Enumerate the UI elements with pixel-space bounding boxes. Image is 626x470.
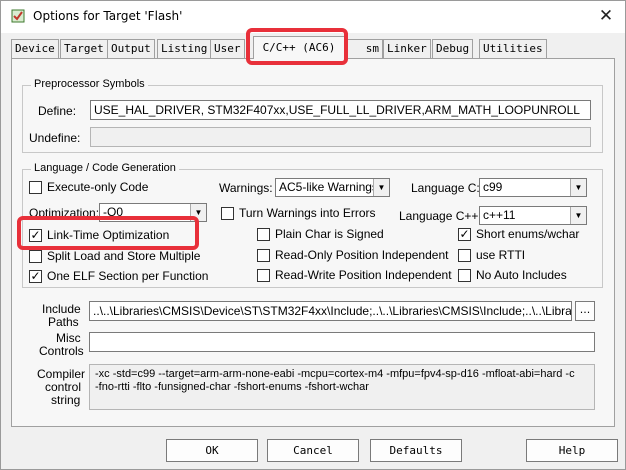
tab-user[interactable]: User xyxy=(210,39,245,58)
app-icon xyxy=(11,9,25,23)
use-rtti-label: use RTTI xyxy=(476,248,526,262)
help-button[interactable]: Help xyxy=(526,439,618,462)
tab-output[interactable]: Output xyxy=(107,39,155,58)
preprocessor-title: Preprocessor Symbols xyxy=(31,78,148,90)
one-elf-label: One ELF Section per Function xyxy=(47,269,209,283)
chevron-down-icon[interactable]: ▼ xyxy=(570,207,586,224)
include-label-line2: Paths xyxy=(48,315,79,329)
compiler-control-string: -xc -std=c99 --target=arm-arm-none-eabi … xyxy=(89,364,595,410)
language-cpp-select[interactable]: c++11 ▼ xyxy=(479,206,587,225)
cancel-button[interactable]: Cancel xyxy=(267,439,359,462)
tab-debug[interactable]: Debug xyxy=(432,39,474,58)
optimization-label: Optimization: xyxy=(29,206,100,220)
defaults-button[interactable]: Defaults xyxy=(370,439,462,462)
tab-cpp-ac6[interactable]: C/C++ (AC6) xyxy=(253,36,345,59)
link-time-label: Link-Time Optimization xyxy=(47,228,170,242)
tab-target[interactable]: Target xyxy=(60,39,108,58)
misc-label-line1: Misc xyxy=(56,331,81,345)
warnings-select[interactable]: AC5-like Warnings ▼ xyxy=(275,178,390,197)
split-load-label: Split Load and Store Multiple xyxy=(47,249,201,263)
checkbox-box[interactable] xyxy=(257,228,270,241)
checkbox-box-checked[interactable]: ✓ xyxy=(29,270,42,283)
window-title: Options for Target 'Flash' xyxy=(33,9,183,23)
warnings-label: Warnings: xyxy=(219,181,273,195)
browse-include-button[interactable]: ... xyxy=(575,301,595,321)
rwpi-label: Read-Write Position Independent xyxy=(275,268,452,282)
warnings-value: AC5-like Warnings xyxy=(279,180,378,194)
compiler-line-2: -fno-rtti -flto -funsigned-char -fshort-… xyxy=(95,381,369,393)
language-c-select[interactable]: c99 ▼ xyxy=(479,178,587,197)
checkbox-box-checked[interactable]: ✓ xyxy=(458,228,471,241)
chevron-down-icon[interactable]: ▼ xyxy=(373,179,389,196)
checkbox-box[interactable] xyxy=(221,207,234,220)
checkbox-box[interactable] xyxy=(257,269,270,282)
tab-utilities[interactable]: Utilities xyxy=(479,39,547,58)
compiler-label-line3: string xyxy=(51,393,81,407)
language-title: Language / Code Generation xyxy=(31,162,179,174)
misc-label-line2: Controls xyxy=(39,344,84,358)
include-label-line1: Include xyxy=(42,302,81,316)
checkbox-box[interactable] xyxy=(29,181,42,194)
language-cpp-value: c++11 xyxy=(483,208,516,222)
tab-panel: Preprocessor Symbols Define: USE_HAL_DRI… xyxy=(11,58,615,427)
tab-asm[interactable]: sm xyxy=(345,39,383,58)
optimization-select[interactable]: -O0 ▼ xyxy=(99,203,207,222)
execute-only-label: Execute-only Code xyxy=(47,180,149,194)
checkbox-box-checked[interactable]: ✓ xyxy=(29,229,42,242)
tab-linker[interactable]: Linker xyxy=(383,39,431,58)
language-cpp-label: Language C++: xyxy=(399,209,482,223)
undefine-label: Undefine: xyxy=(29,131,81,145)
language-c-label: Language C: xyxy=(411,181,480,195)
define-input[interactable]: USE_HAL_DRIVER, STM32F407xx,USE_FULL_LL_… xyxy=(90,100,591,120)
checkbox-box[interactable] xyxy=(29,250,42,263)
optimization-value: -O0 xyxy=(103,205,124,219)
define-label: Define: xyxy=(38,104,77,118)
compiler-label-line2: control xyxy=(45,380,82,394)
misc-controls-input[interactable] xyxy=(89,332,595,352)
checkbox-box[interactable] xyxy=(458,249,471,262)
no-auto-includes-label: No Auto Includes xyxy=(476,268,567,282)
checkbox-box[interactable] xyxy=(458,269,471,282)
tab-listing[interactable]: Listing xyxy=(157,39,212,58)
close-icon[interactable]: ✕ xyxy=(591,3,621,29)
ropi-label: Read-Only Position Independent xyxy=(275,248,449,262)
plain-char-label: Plain Char is Signed xyxy=(275,227,384,241)
options-dialog: Options for Target 'Flash' ✕ Device Targ… xyxy=(0,0,626,470)
chevron-down-icon[interactable]: ▼ xyxy=(190,204,206,221)
checkbox-box[interactable] xyxy=(257,249,270,262)
undefine-input[interactable] xyxy=(90,127,591,147)
short-enums-label: Short enums/wchar xyxy=(476,227,580,241)
title-bar: Options for Target 'Flash' ✕ xyxy=(1,1,625,33)
tab-device[interactable]: Device xyxy=(11,39,59,58)
chevron-down-icon[interactable]: ▼ xyxy=(570,179,586,196)
compiler-line-1: -xc -std=c99 --target=arm-arm-none-eabi … xyxy=(95,368,575,380)
ok-button[interactable]: OK xyxy=(166,439,258,462)
turn-warnings-label: Turn Warnings into Errors xyxy=(239,206,376,220)
compiler-label-line1: Compiler xyxy=(37,367,86,381)
language-c-value: c99 xyxy=(483,180,503,194)
include-paths-input[interactable]: ..\..\Libraries\CMSIS\Device\ST\STM32F4x… xyxy=(89,301,572,321)
